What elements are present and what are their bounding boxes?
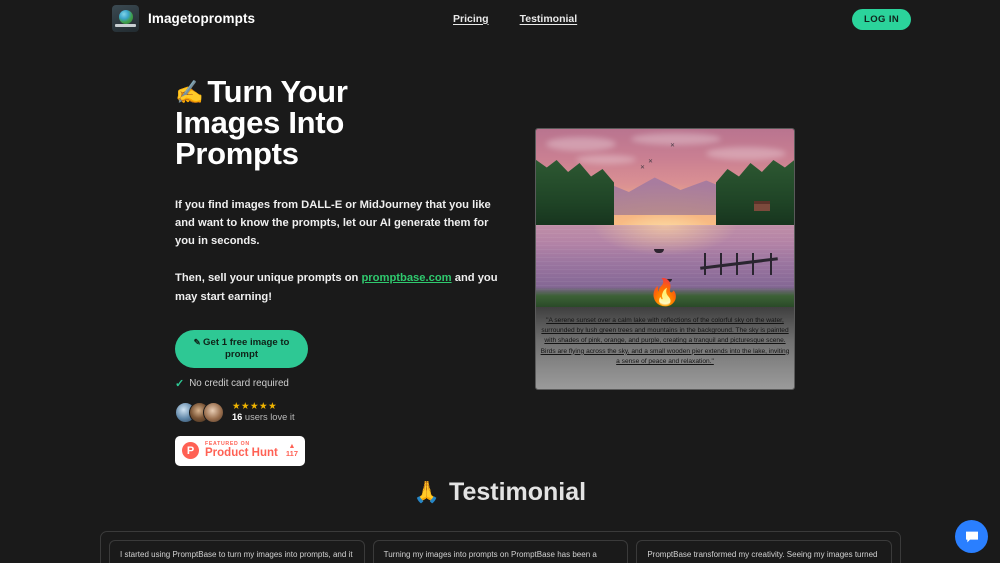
- hero-paragraph-1: If you find images from DALL-E or MidJou…: [175, 199, 491, 248]
- get-free-image-button[interactable]: ✎ Get 1 free image to prompt: [175, 329, 308, 368]
- writing-hand-icon: ✍️: [175, 79, 204, 105]
- folded-hands-icon: 🙏: [413, 481, 441, 504]
- cta-label: Get 1 free image to prompt: [203, 336, 290, 360]
- cloud: [706, 147, 786, 160]
- social-proof: ★★★★★ 16 users love it: [175, 401, 515, 423]
- nav-links: Pricing Testimonial: [453, 13, 577, 25]
- hero-image-card[interactable]: ✕ ✕ ✕ 🔥 "A serene sunset over a calm lak…: [535, 128, 795, 390]
- wooden-pier: [700, 253, 778, 277]
- globe-logo-icon: [112, 5, 139, 32]
- cloud: [576, 155, 636, 164]
- users-count: 16: [232, 412, 243, 423]
- flame-icon: 🔥: [648, 277, 682, 307]
- list-item[interactable]: PromptBase transformed my creativity. Se…: [636, 540, 893, 563]
- chat-bubble-icon: [965, 531, 978, 542]
- prompt-caption-text[interactable]: "A serene sunset over a calm lake with r…: [540, 316, 790, 367]
- avatar-group: [175, 401, 224, 423]
- no-credit-card-note: ✓ No credit card required: [175, 377, 515, 390]
- check-icon: ✓: [175, 377, 185, 390]
- testimonial-heading-text: Testimonial: [449, 478, 587, 506]
- testimonial-list: I started using PromptBase to turn my im…: [100, 531, 901, 563]
- bird-icon: ✕: [670, 143, 676, 149]
- no-credit-card-label: No credit card required: [189, 377, 289, 389]
- users-label: users love it: [242, 412, 295, 423]
- page-title: ✍️ Turn Your Images Into Prompts: [175, 76, 405, 169]
- hero-left-column: ✍️ Turn Your Images Into Prompts If you f…: [175, 76, 515, 466]
- product-hunt-icon: P: [182, 442, 199, 460]
- pencil-icon: ✎: [193, 336, 204, 347]
- bird-icon: ✕: [648, 159, 654, 165]
- nav-link-pricing[interactable]: Pricing: [453, 13, 489, 25]
- product-hunt-name: Product Hunt: [205, 447, 278, 460]
- avatar: [203, 401, 224, 423]
- hero-paragraph-2: Then, sell your unique prompts on prompt…: [175, 269, 505, 305]
- nav-link-testimonial[interactable]: Testimonial: [520, 13, 578, 25]
- prompt-caption-area: 🔥 "A serene sunset over a calm lake with…: [536, 279, 794, 389]
- users-love-it-label: 16 users love it: [232, 412, 295, 422]
- product-hunt-votes: ▲ 117: [286, 443, 298, 458]
- product-hunt-text: FEATURED ON Product Hunt: [205, 441, 280, 460]
- rating-block: ★★★★★ 16 users love it: [232, 402, 295, 423]
- star-rating-icon: ★★★★★: [232, 400, 278, 412]
- top-navigation: Imagetoprompts Pricing Testimonial LOG I…: [0, 0, 1000, 37]
- product-hunt-vote-count: 117: [285, 449, 298, 459]
- cabin: [754, 201, 770, 211]
- login-button[interactable]: LOG IN: [852, 9, 912, 30]
- cloud: [631, 133, 721, 145]
- cloud: [546, 137, 616, 151]
- testimonial-heading: 🙏 Testimonial: [0, 478, 1000, 507]
- product-hunt-badge[interactable]: P FEATURED ON Product Hunt ▲ 117: [175, 435, 305, 466]
- hero-paragraph-2-before: Then, sell your unique prompts on: [175, 272, 362, 285]
- promptbase-link[interactable]: promptbase.com: [361, 272, 451, 284]
- list-item[interactable]: I started using PromptBase to turn my im…: [109, 540, 365, 563]
- brand-name: Imagetoprompts: [148, 11, 256, 26]
- brand-logo-link[interactable]: Imagetoprompts: [112, 5, 255, 32]
- list-item[interactable]: Turning my images into prompts on Prompt…: [372, 540, 629, 563]
- chat-widget-button[interactable]: [955, 520, 988, 553]
- bird-icon: ✕: [640, 165, 646, 171]
